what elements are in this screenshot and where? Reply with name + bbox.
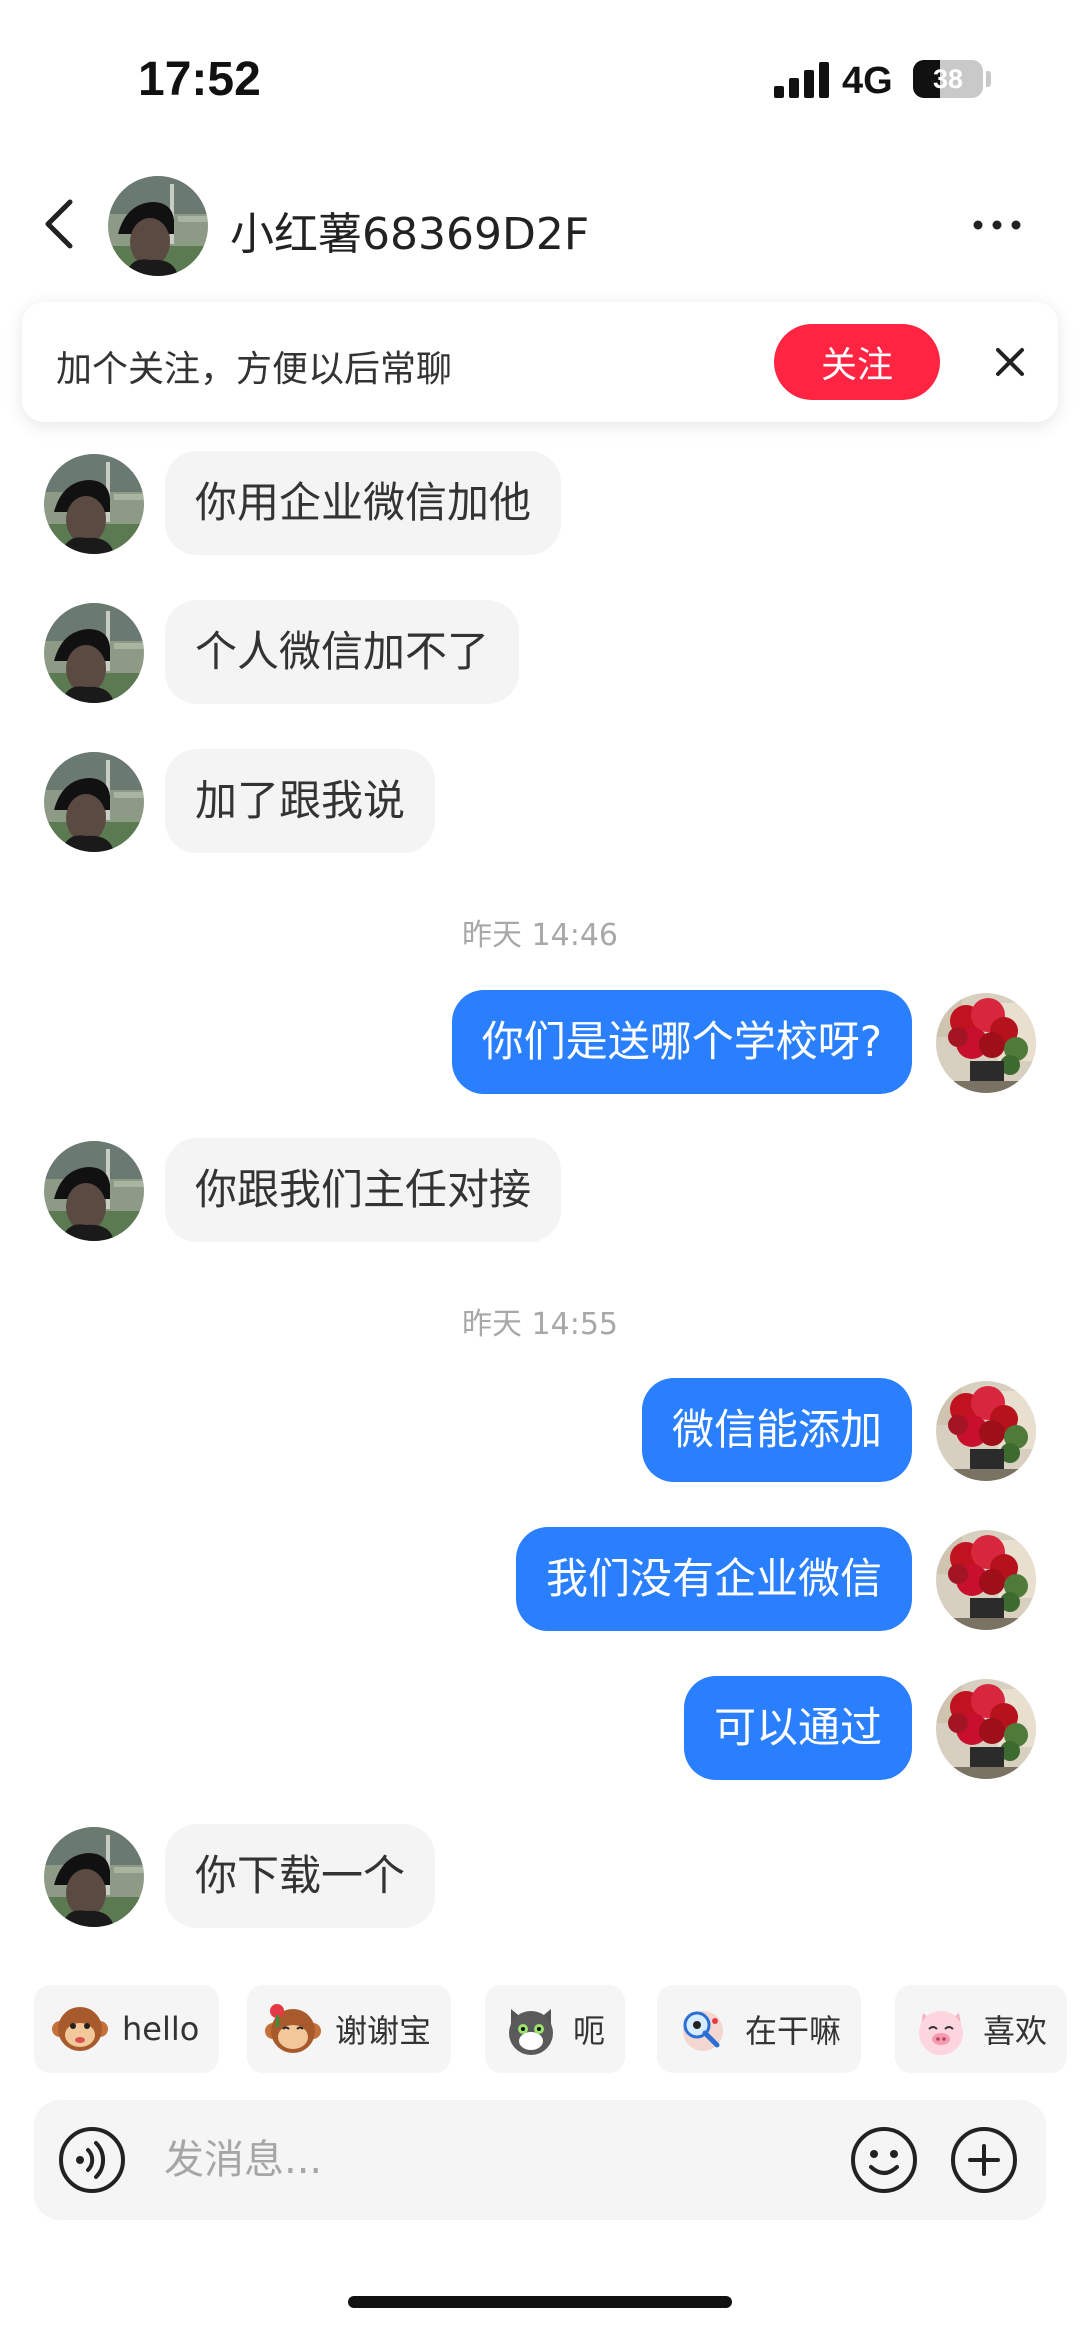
sender-avatar[interactable] xyxy=(44,752,144,852)
back-button[interactable] xyxy=(36,194,84,254)
message-bubble-incoming[interactable]: 个人微信加不了 xyxy=(165,600,520,704)
sender-avatar[interactable] xyxy=(44,454,144,554)
close-icon[interactable] xyxy=(982,334,1038,390)
voice-icon[interactable] xyxy=(58,2126,126,2194)
quick-reply-label: 喜欢 xyxy=(983,2012,1048,2050)
quick-reply-like[interactable]: 喜欢 xyxy=(895,1985,1068,2073)
quick-reply-bar: hello 谢谢宝 呃 在干嘛 喜欢 xyxy=(0,1985,1080,2075)
quick-reply-thanks[interactable]: 谢谢宝 xyxy=(247,1985,452,2073)
follow-button[interactable]: 关注 xyxy=(774,324,940,400)
more-dots-icon[interactable] xyxy=(970,200,1024,250)
my-avatar[interactable] xyxy=(936,1530,1036,1630)
monkey-flower-sticker-icon xyxy=(265,2004,321,2053)
battery-cap xyxy=(986,71,991,87)
quick-reply-hello[interactable]: hello xyxy=(34,1985,220,2073)
follow-banner-text: 加个关注，方便以后常聊 xyxy=(56,349,453,390)
my-avatar[interactable] xyxy=(936,993,1036,1093)
cat-sticker-icon xyxy=(509,2009,553,2055)
message-bubble-outgoing[interactable]: 可以通过 xyxy=(683,1676,912,1780)
message-timestamp: 昨天 14:55 xyxy=(462,1307,618,1342)
plus-icon[interactable] xyxy=(950,2126,1018,2194)
message-bubble-outgoing[interactable]: 微信能添加 xyxy=(641,1378,912,1482)
contact-name[interactable]: 小红薯68369D2F xyxy=(230,198,589,262)
quick-reply-label: 谢谢宝 xyxy=(335,2012,432,2050)
pig-sticker-icon xyxy=(919,2011,963,2055)
chat-screen: 17:52 4G 38 小红薯68369D2F 加个关注，方便以后常聊 关注 你… xyxy=(0,0,1080,2341)
message-bubble-incoming[interactable]: 你下载一个 xyxy=(165,1824,436,1928)
quick-reply-uh[interactable]: 呃 xyxy=(485,1985,626,2073)
chevron-left-icon xyxy=(45,199,73,249)
monkey-sticker-icon xyxy=(52,2007,108,2051)
sender-avatar[interactable] xyxy=(44,1827,144,1927)
magnifier-sticker-icon xyxy=(683,2011,723,2051)
quick-reply-whatsup[interactable]: 在干嘛 xyxy=(657,1985,862,2073)
battery-level: 38 xyxy=(932,63,964,94)
quick-reply-label: hello xyxy=(122,2010,200,2048)
message-bubble-outgoing[interactable]: 我们没有企业微信 xyxy=(515,1527,912,1631)
sender-avatar[interactable] xyxy=(44,603,144,703)
message-bubble-incoming[interactable]: 你跟我们主任对接 xyxy=(165,1138,562,1242)
network-type: 4G xyxy=(842,60,893,102)
message-bubble-incoming[interactable]: 你用企业微信加他 xyxy=(165,451,562,555)
message-bubble-outgoing[interactable]: 你们是送哪个学校呀? xyxy=(451,990,912,1094)
message-bubble-incoming[interactable]: 加了跟我说 xyxy=(165,749,436,853)
contact-avatar[interactable] xyxy=(108,176,208,276)
home-indicator[interactable] xyxy=(348,2296,732,2308)
message-timestamp: 昨天 14:46 xyxy=(462,918,618,953)
signal-strength-icon xyxy=(774,62,829,98)
sender-avatar[interactable] xyxy=(44,1141,144,1241)
status-bar: 17:52 4G 38 xyxy=(0,0,1080,150)
message-input[interactable] xyxy=(164,2130,724,2190)
message-input-bar xyxy=(34,2100,1046,2220)
follow-banner: 加个关注，方便以后常聊 关注 xyxy=(22,302,1058,422)
quick-reply-label: 呃 xyxy=(573,2012,606,2050)
my-avatar[interactable] xyxy=(936,1381,1036,1481)
status-time: 17:52 xyxy=(138,53,261,106)
quick-reply-label: 在干嘛 xyxy=(745,2012,842,2050)
my-avatar[interactable] xyxy=(936,1679,1036,1779)
battery-icon: 38 xyxy=(913,60,983,98)
emoji-icon[interactable] xyxy=(850,2126,918,2194)
chat-header: 小红薯68369D2F xyxy=(0,170,1080,280)
